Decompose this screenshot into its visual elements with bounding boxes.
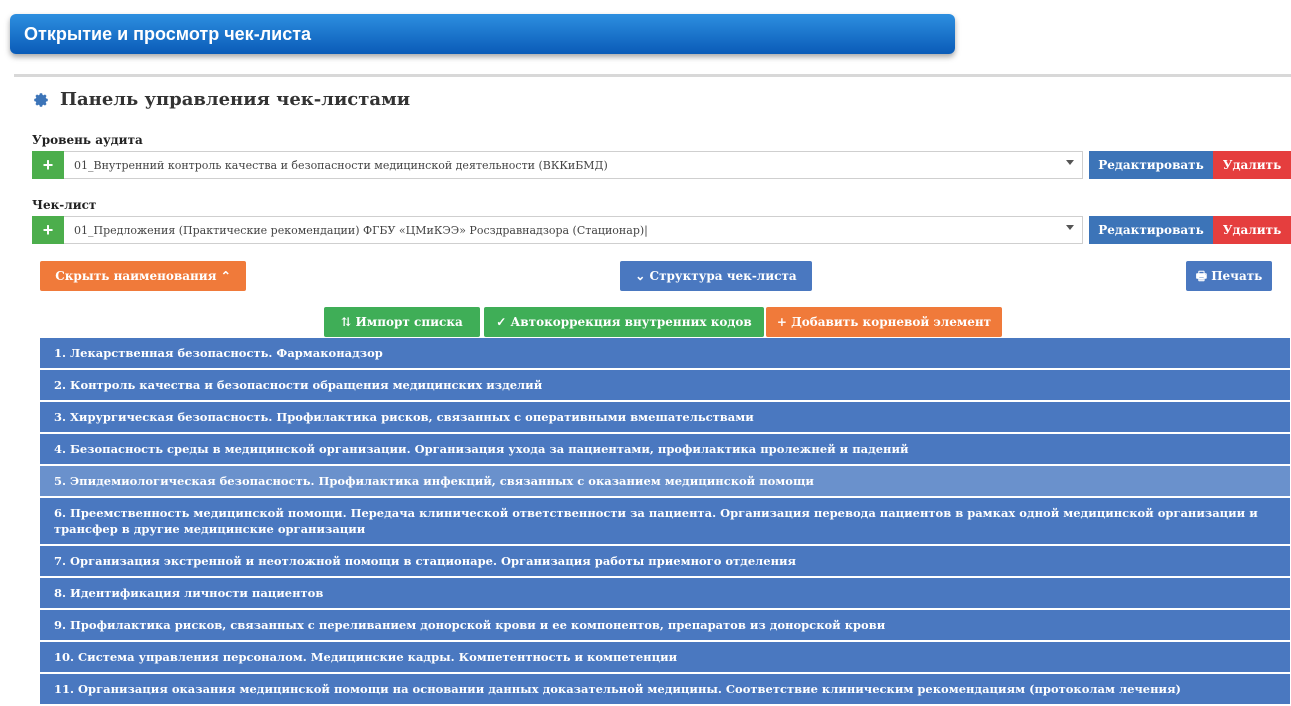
tree-item[interactable]: 7. Организация экстренной и неотложной п… (40, 546, 1290, 578)
tree-item[interactable]: 10. Система управления персоналом. Медиц… (40, 642, 1290, 674)
import-label: Импорт списка (355, 315, 463, 329)
edit-audit-level-button[interactable]: Редактировать (1089, 151, 1213, 179)
gear-icon (34, 92, 48, 107)
tree-item[interactable]: 4. Безопасность среды в медицинской орга… (40, 434, 1290, 466)
structure-button[interactable]: ⌄ Структура чек-листа (620, 261, 812, 291)
checklist-select[interactable]: 01_Предложения (Практические рекомендаци… (64, 216, 1083, 244)
chevron-down-icon: ⌄ (635, 269, 646, 283)
delete-checklist-button[interactable]: Удалить (1213, 216, 1291, 244)
edit-checklist-button[interactable]: Редактировать (1089, 216, 1213, 244)
tree-item[interactable]: 2. Контроль качества и безопасности обра… (40, 370, 1290, 402)
printer-icon: 🖶 (1195, 269, 1208, 283)
check-icon: ✓ (496, 315, 507, 329)
add-root-element-button[interactable]: + Добавить корневой элемент (766, 307, 1002, 337)
checklist-row: + 01_Предложения (Практические рекоменда… (32, 216, 1291, 244)
structure-label: Структура чек-листа (649, 269, 797, 283)
hide-names-button[interactable]: Скрыть наименования ⌃ (40, 261, 246, 291)
audit-level-label: Уровень аудита (32, 133, 143, 147)
add-checklist-button[interactable]: + (32, 216, 64, 244)
autocorrect-label: Автокоррекция внутренних кодов (510, 315, 752, 329)
window-title: Открытие и просмотр чек-листа (10, 14, 955, 54)
tree-item[interactable]: 1. Лекарственная безопасность. Фармакона… (40, 338, 1290, 370)
checklist-value: 01_Предложения (Практические рекомендаци… (74, 223, 648, 237)
tree-item[interactable]: 11. Организация оказания медицинской пом… (40, 674, 1290, 706)
checklist-tree: 1. Лекарственная безопасность. Фармакона… (40, 338, 1290, 706)
print-button[interactable]: 🖶 Печать (1186, 261, 1272, 291)
audit-level-select[interactable]: 01_Внутренний контроль качества и безопа… (64, 151, 1083, 179)
chevron-down-icon (1066, 225, 1074, 230)
chevron-down-icon (1066, 160, 1074, 165)
hide-names-label: Скрыть наименования (55, 269, 217, 283)
tree-item[interactable]: 9. Профилактика рисков, связанных с пере… (40, 610, 1290, 642)
autocorrect-codes-button[interactable]: ✓ Автокоррекция внутренних кодов (484, 307, 764, 337)
panel-title: Панель управления чек-листами (60, 89, 411, 110)
checklist-label: Чек-лист (32, 198, 97, 212)
audit-level-row: + 01_Внутренний контроль качества и безо… (32, 151, 1291, 179)
print-label: Печать (1211, 269, 1263, 283)
audit-level-value: 01_Внутренний контроль качества и безопа… (74, 158, 608, 172)
import-list-button[interactable]: ⇅ Импорт списка (324, 307, 480, 337)
tree-item[interactable]: 5. Эпидемиологическая безопасность. Проф… (40, 466, 1290, 498)
tree-item[interactable]: 8. Идентификация личности пациентов (40, 578, 1290, 610)
tree-item[interactable]: 6. Преемственность медицинской помощи. П… (40, 498, 1290, 546)
tree-item[interactable]: 3. Хирургическая безопасность. Профилакт… (40, 402, 1290, 434)
add-audit-level-button[interactable]: + (32, 151, 64, 179)
panel-header: Панель управления чек-листами (32, 89, 410, 110)
chevron-up-icon: ⌃ (220, 269, 231, 283)
delete-audit-level-button[interactable]: Удалить (1213, 151, 1291, 179)
sort-icon: ⇅ (341, 315, 352, 329)
